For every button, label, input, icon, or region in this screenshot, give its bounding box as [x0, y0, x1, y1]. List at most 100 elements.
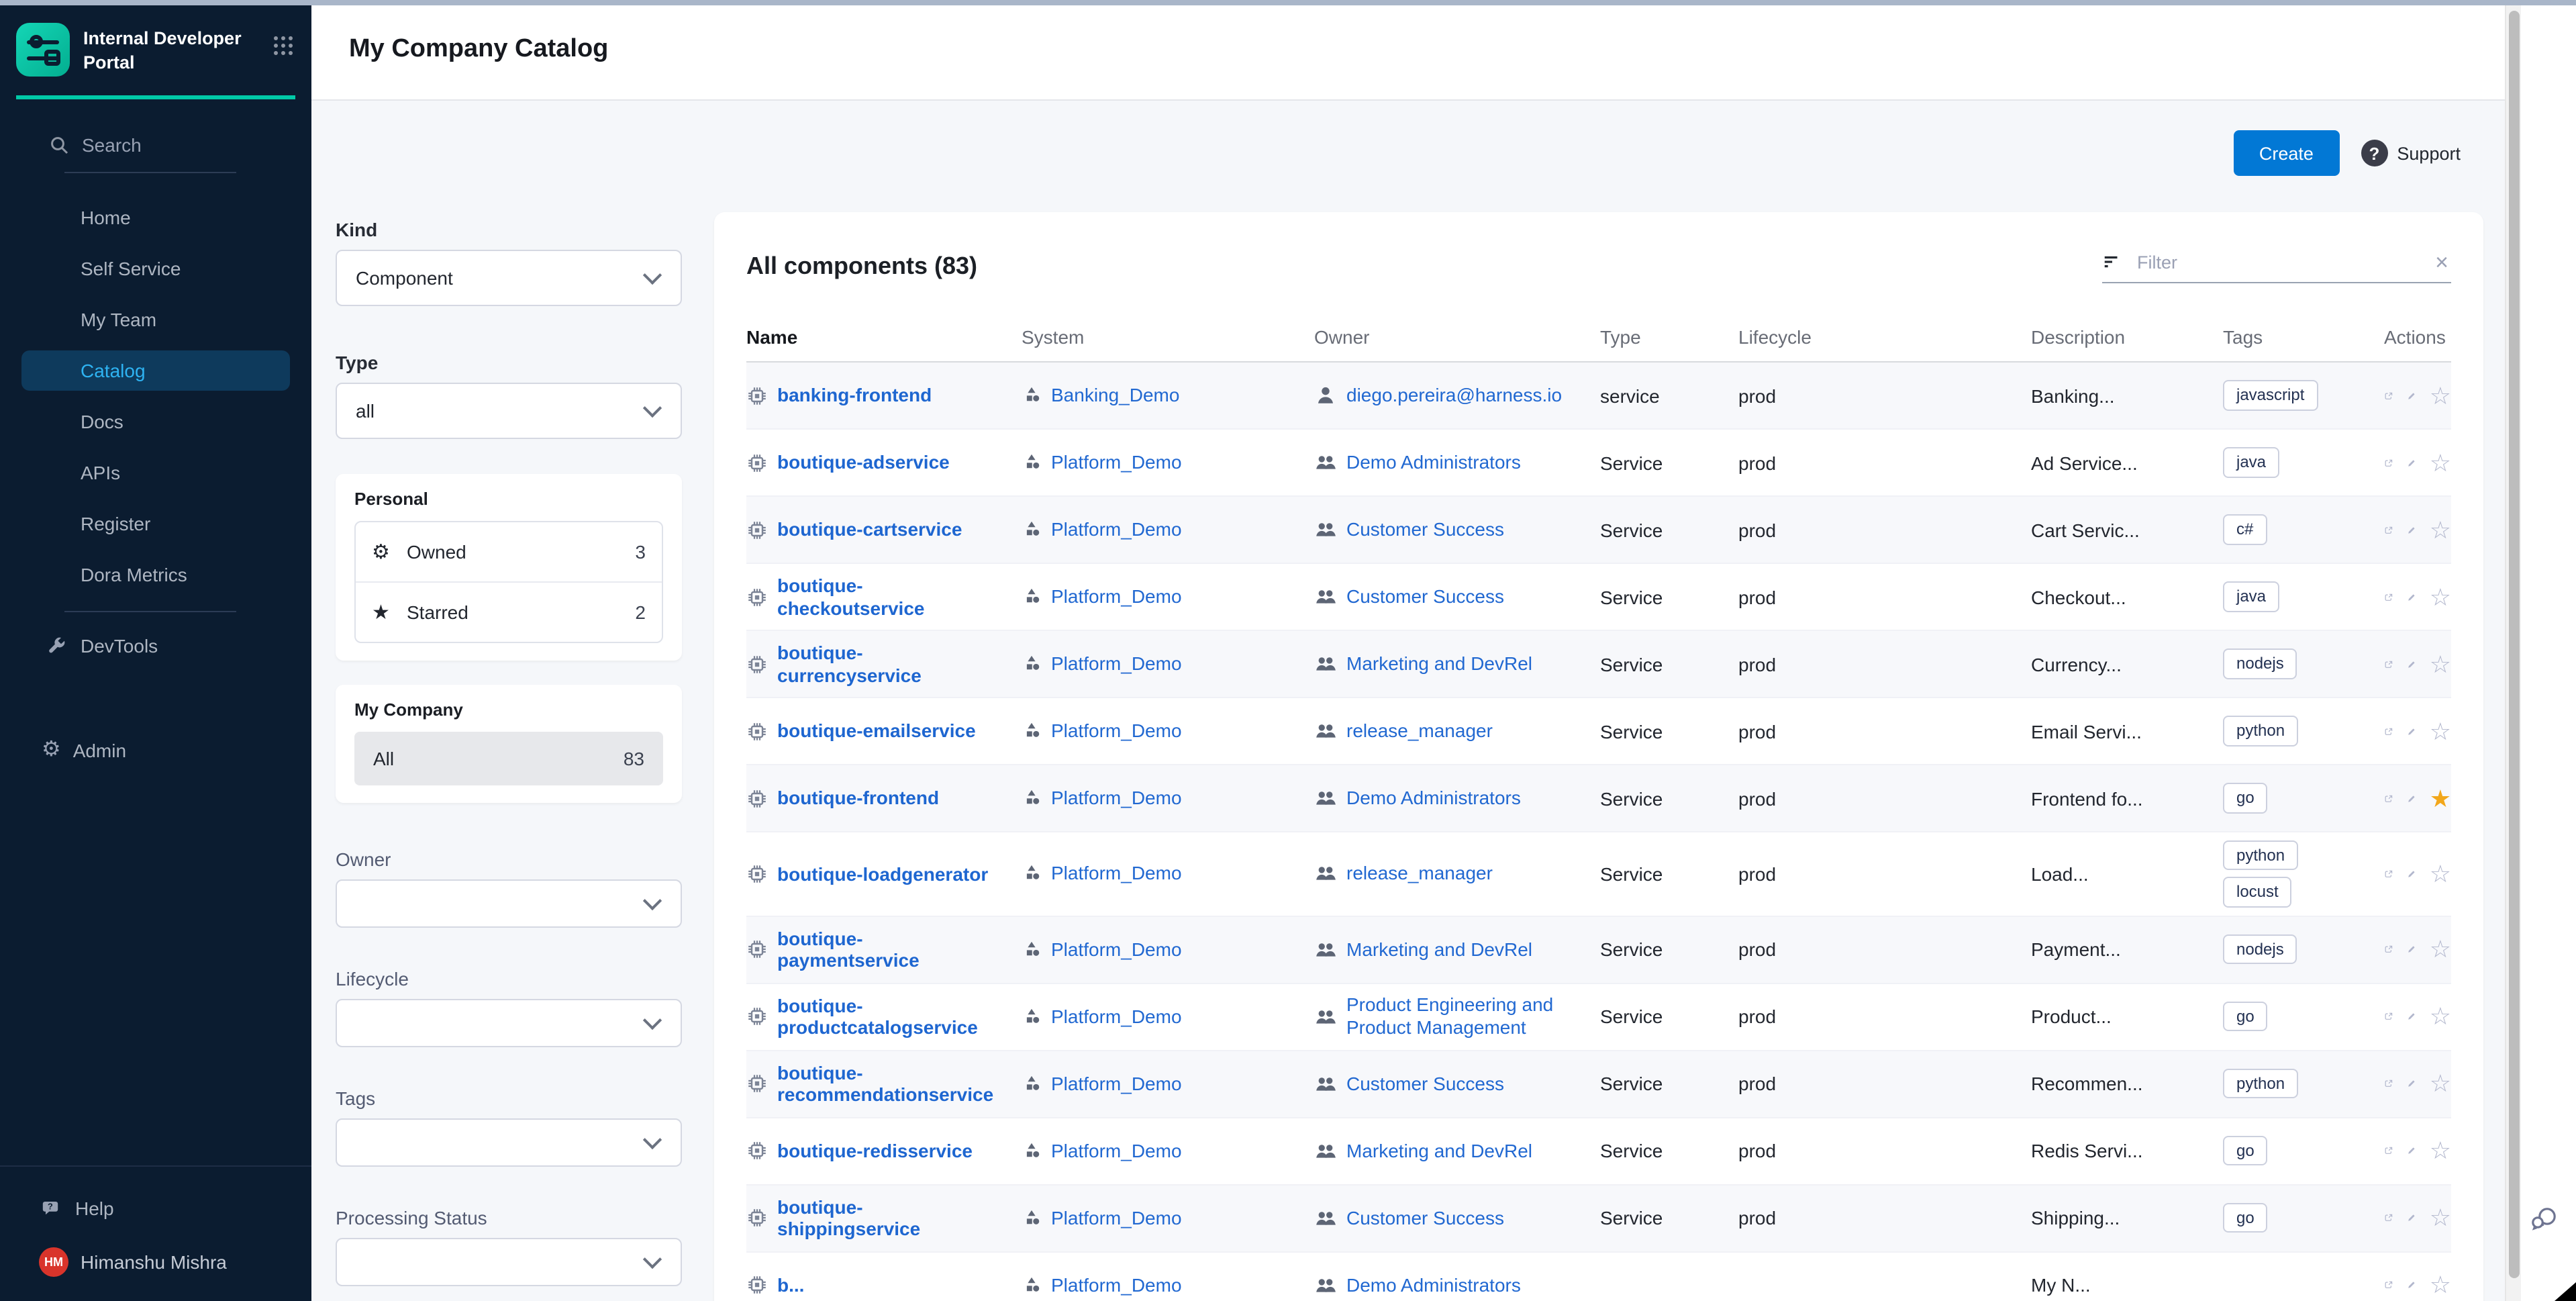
- filter-starred[interactable]: ★ Starred 2: [356, 581, 662, 642]
- component-name-link[interactable]: banking-frontend: [777, 385, 932, 406]
- owner-link[interactable]: Customer Success: [1346, 1073, 1504, 1096]
- owner-link[interactable]: Demo Administrators: [1346, 787, 1521, 810]
- component-name-link[interactable]: boutique-checkoutservice: [777, 575, 1003, 618]
- sidebar-item-help[interactable]: Help: [0, 1183, 311, 1234]
- system-link[interactable]: Platform_Demo: [1051, 720, 1182, 742]
- system-link[interactable]: Platform_Demo: [1051, 1140, 1182, 1163]
- component-name-link[interactable]: boutique-recommendationservice: [777, 1062, 1003, 1105]
- owner-link[interactable]: Marketing and DevRel: [1346, 1140, 1532, 1163]
- star-toggle[interactable]: ★☆: [2430, 1139, 2451, 1163]
- component-name-link[interactable]: boutique-redisservice: [777, 1140, 973, 1161]
- open-in-new-icon[interactable]: [2384, 1006, 2393, 1028]
- owner-link[interactable]: Marketing and DevRel: [1346, 653, 1532, 675]
- system-link[interactable]: Platform_Demo: [1051, 653, 1182, 675]
- star-toggle[interactable]: ★☆: [2430, 1072, 2451, 1096]
- edit-icon[interactable]: [2407, 1141, 2416, 1162]
- app-grid-icon[interactable]: [274, 36, 293, 55]
- edit-icon[interactable]: [2407, 385, 2416, 406]
- chat-bubbles-icon[interactable]: [2529, 1204, 2559, 1234]
- type-select[interactable]: all: [336, 383, 682, 439]
- column-header-tags[interactable]: Tags: [2223, 326, 2384, 348]
- system-link[interactable]: Platform_Demo: [1051, 787, 1182, 810]
- processing-status-select[interactable]: [336, 1238, 682, 1286]
- system-link[interactable]: Platform_Demo: [1051, 1073, 1182, 1096]
- system-link[interactable]: Platform_Demo: [1051, 518, 1182, 541]
- star-toggle[interactable]: ★☆: [2430, 719, 2451, 743]
- component-name-link[interactable]: boutique-loadgenerator: [777, 863, 988, 885]
- star-toggle[interactable]: ★☆: [2430, 1005, 2451, 1029]
- user-menu[interactable]: HM Himanshu Mishra: [39, 1247, 311, 1277]
- star-toggle[interactable]: ★☆: [2430, 518, 2451, 542]
- sidebar-item-devtools[interactable]: DevTools: [0, 620, 311, 671]
- open-in-new-icon[interactable]: [2384, 939, 2393, 961]
- component-name-link[interactable]: b...: [777, 1274, 804, 1296]
- open-in-new-icon[interactable]: [2384, 720, 2393, 742]
- sidebar-search[interactable]: Search: [48, 134, 311, 156]
- owner-link[interactable]: Demo Administrators: [1346, 1274, 1521, 1297]
- system-link[interactable]: Platform_Demo: [1051, 1207, 1182, 1230]
- owner-link[interactable]: Customer Success: [1346, 585, 1504, 608]
- component-name-link[interactable]: boutique-paymentservice: [777, 928, 1003, 971]
- owner-select[interactable]: [336, 879, 682, 928]
- open-in-new-icon[interactable]: [2384, 787, 2393, 809]
- edit-icon[interactable]: [2407, 1208, 2416, 1229]
- component-name-link[interactable]: boutique-emailservice: [777, 720, 976, 742]
- owner-link[interactable]: release_manager: [1346, 720, 1493, 742]
- star-toggle[interactable]: ★☆: [2430, 862, 2451, 886]
- edit-icon[interactable]: [2407, 720, 2416, 742]
- open-in-new-icon[interactable]: [2384, 385, 2393, 406]
- star-toggle[interactable]: ★☆: [2430, 1206, 2451, 1231]
- edit-icon[interactable]: [2407, 1006, 2416, 1028]
- owner-link[interactable]: diego.pereira@harness.io: [1346, 384, 1562, 407]
- system-link[interactable]: Platform_Demo: [1051, 585, 1182, 608]
- kind-select[interactable]: Component: [336, 250, 682, 306]
- column-header-system[interactable]: System: [1022, 326, 1314, 348]
- edit-icon[interactable]: [2407, 863, 2416, 885]
- owner-link[interactable]: Customer Success: [1346, 518, 1504, 541]
- column-header-type[interactable]: Type: [1600, 326, 1738, 348]
- scrollbar[interactable]: [2505, 5, 2522, 1301]
- star-toggle[interactable]: ★☆: [2430, 652, 2451, 676]
- column-header-description[interactable]: Description: [2031, 326, 2223, 348]
- open-in-new-icon[interactable]: [2384, 586, 2393, 608]
- star-toggle[interactable]: ★☆: [2430, 1273, 2451, 1298]
- star-toggle[interactable]: ★☆: [2430, 450, 2451, 475]
- component-name-link[interactable]: boutique-currencyservice: [777, 642, 1003, 685]
- system-link[interactable]: Platform_Demo: [1051, 1274, 1182, 1297]
- edit-icon[interactable]: [2407, 1073, 2416, 1095]
- sidebar-item-home[interactable]: Home: [0, 192, 311, 243]
- sidebar-item-catalog[interactable]: Catalog: [21, 350, 290, 391]
- component-name-link[interactable]: boutique-cartservice: [777, 519, 962, 540]
- open-in-new-icon[interactable]: [2384, 1275, 2393, 1296]
- lifecycle-select[interactable]: [336, 999, 682, 1047]
- sidebar-item-dora-metrics[interactable]: Dora Metrics: [0, 549, 311, 600]
- system-link[interactable]: Platform_Demo: [1051, 451, 1182, 474]
- sidebar-item-self-service[interactable]: Self Service: [0, 243, 311, 294]
- system-link[interactable]: Platform_Demo: [1051, 863, 1182, 885]
- owner-link[interactable]: Marketing and DevRel: [1346, 938, 1532, 961]
- open-in-new-icon[interactable]: [2384, 863, 2393, 885]
- open-in-new-icon[interactable]: [2384, 452, 2393, 473]
- edit-icon[interactable]: [2407, 653, 2416, 675]
- edit-icon[interactable]: [2407, 1275, 2416, 1296]
- system-link[interactable]: Platform_Demo: [1051, 938, 1182, 961]
- owner-link[interactable]: release_manager: [1346, 863, 1493, 885]
- sidebar-item-my-team[interactable]: My Team: [0, 294, 311, 345]
- support-button[interactable]: ? Support: [2361, 140, 2461, 166]
- edit-icon[interactable]: [2407, 939, 2416, 961]
- filter-owned[interactable]: ⚙ Owned 3: [356, 522, 662, 581]
- sidebar-item-admin[interactable]: ⚙ Admin: [0, 725, 311, 776]
- sidebar-item-apis[interactable]: APIs: [0, 447, 311, 498]
- component-name-link[interactable]: boutique-adservice: [777, 452, 950, 473]
- owner-link[interactable]: Product Engineering and Product Manageme…: [1346, 994, 1579, 1039]
- column-header-name[interactable]: Name: [746, 326, 1022, 348]
- sidebar-item-register[interactable]: Register: [0, 498, 311, 549]
- open-in-new-icon[interactable]: [2384, 1141, 2393, 1162]
- clear-filter-icon[interactable]: ×: [2432, 250, 2451, 273]
- edit-icon[interactable]: [2407, 586, 2416, 608]
- owner-link[interactable]: Demo Administrators: [1346, 451, 1521, 474]
- owner-link[interactable]: Customer Success: [1346, 1207, 1504, 1230]
- open-in-new-icon[interactable]: [2384, 1073, 2393, 1095]
- star-toggle[interactable]: ★☆: [2430, 786, 2451, 810]
- edit-icon[interactable]: [2407, 519, 2416, 540]
